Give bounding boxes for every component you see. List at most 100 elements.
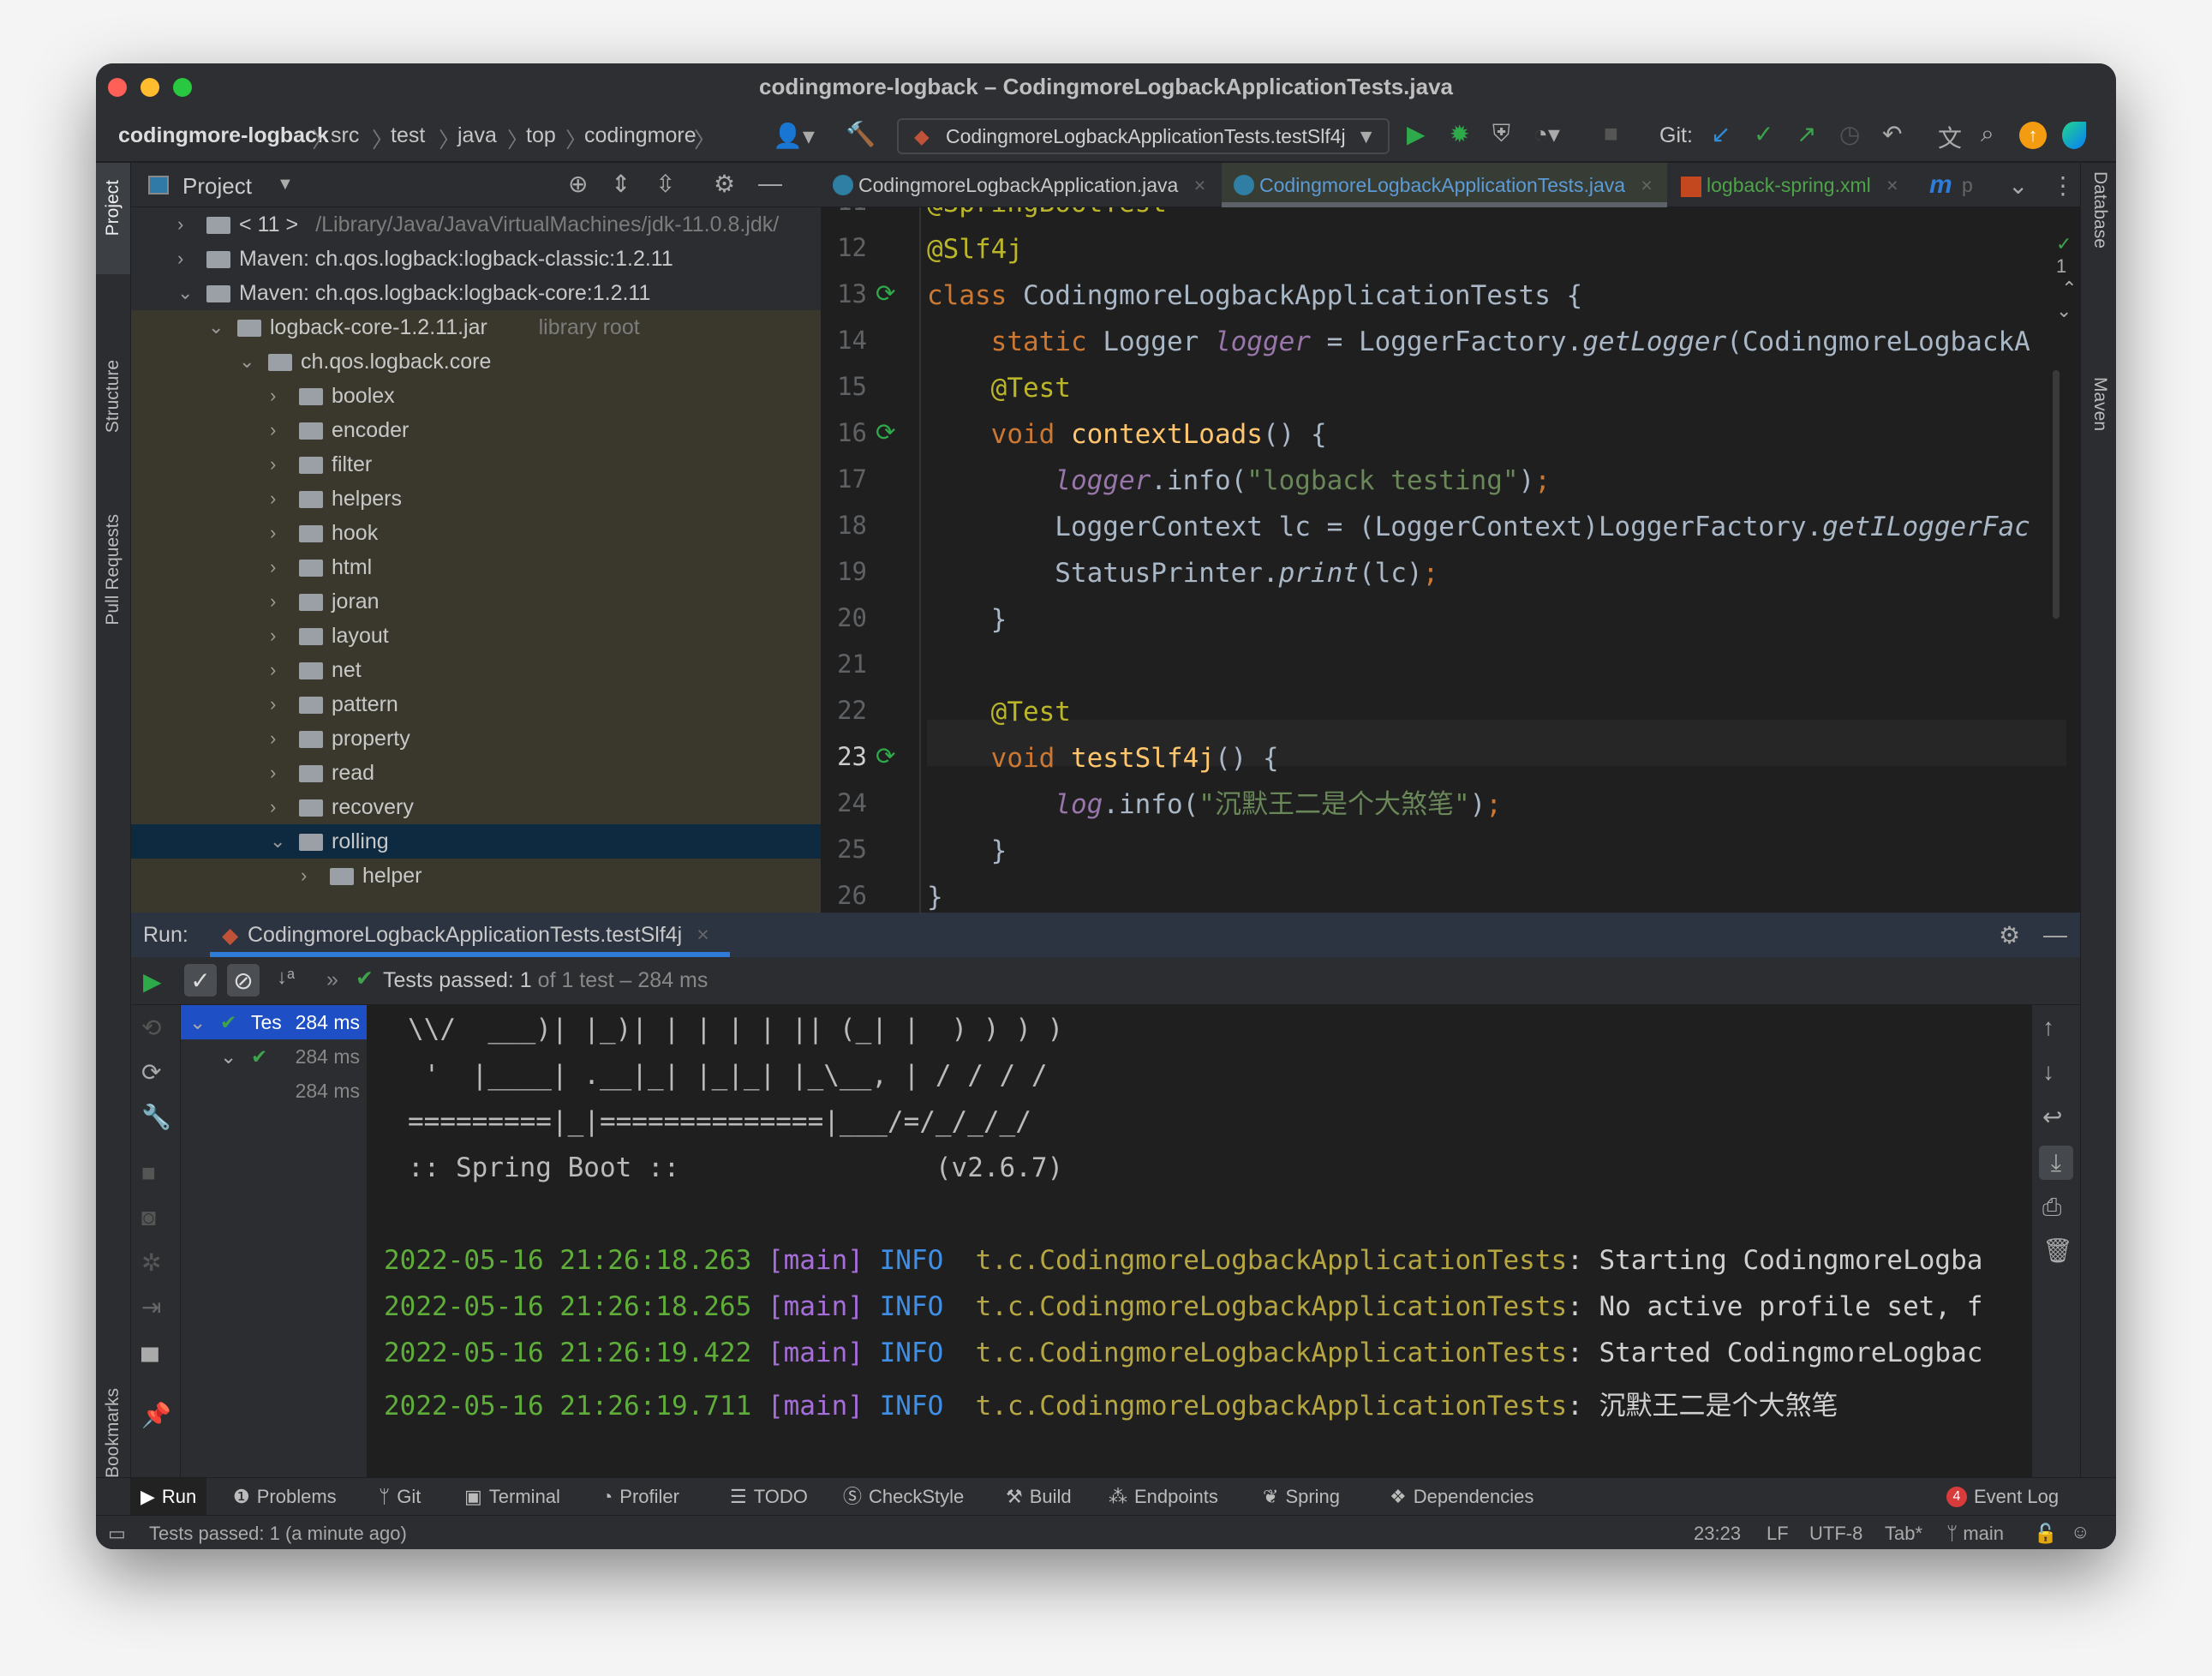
breadcrumb-top[interactable]: top	[526, 123, 556, 148]
stripe-project[interactable]: Project	[103, 180, 123, 236]
run-configuration-select[interactable]: ◆ CodingmoreLogbackApplicationTests.test…	[897, 118, 1390, 154]
pin-icon[interactable]: 📌	[141, 1401, 171, 1429]
chevron-down-icon[interactable]: ▼	[277, 175, 294, 195]
toolbox-icon[interactable]	[2062, 122, 2086, 149]
settings-icon[interactable]: ✲	[141, 1248, 161, 1277]
tree-item[interactable]: ⌄ rolling	[131, 824, 821, 859]
line-separator[interactable]: LF	[1767, 1523, 1789, 1545]
wrench-icon[interactable]: 🔧	[141, 1103, 171, 1131]
chevron-down-icon[interactable]: ⌄	[270, 824, 285, 859]
close-tab-icon[interactable]: ×	[1194, 174, 1205, 196]
toolwindow-git[interactable]: ᛘ Git	[368, 1478, 431, 1516]
tree-item[interactable]: › encoder	[131, 413, 821, 447]
hide-icon[interactable]: —	[758, 170, 782, 197]
file-encoding[interactable]: UTF-8	[1809, 1523, 1862, 1545]
build-hammer-icon[interactable]: 🔨	[846, 120, 876, 148]
git-commit-icon[interactable]: ✓	[1754, 120, 1773, 148]
close-tab-icon[interactable]: ×	[1641, 174, 1652, 196]
search-icon[interactable]: ⌕	[1981, 120, 1994, 148]
inspector-icon[interactable]: ☺	[2071, 1521, 2089, 1543]
chevron-right-icon[interactable]: ›	[270, 413, 276, 447]
toolwindow-run[interactable]: ▶ Run	[130, 1478, 207, 1516]
show-ignored-toggle[interactable]: ⊘	[227, 964, 260, 997]
chevron-right-icon[interactable]: ›	[270, 584, 276, 619]
chevron-right-icon[interactable]: ›	[270, 687, 276, 721]
tab-logback-spring-xml[interactable]: logback-spring.xml ×	[1669, 163, 1926, 207]
toggle-autotest-icon[interactable]: ⟳	[141, 1058, 161, 1086]
tree-item[interactable]: › < 11 > /Library/Java/JavaVirtualMachines…	[131, 207, 821, 242]
debug-icon[interactable]: ✹	[1450, 120, 1469, 148]
inspection-widget[interactable]: ✓ 1 ⌃ ⌄	[2056, 233, 2080, 322]
vcs-user-icon[interactable]: 👤▾	[773, 122, 815, 150]
tree-item[interactable]: ⌄ ch.qos.logback.core	[131, 344, 821, 379]
stripe-structure[interactable]: Structure	[103, 360, 123, 433]
breadcrumb-src[interactable]: src	[331, 123, 359, 148]
chevron-down-icon[interactable]: ⌄	[220, 1039, 236, 1074]
translate-icon[interactable]: 文	[1938, 120, 1962, 154]
tree-item[interactable]: › net	[131, 653, 821, 687]
stripe-bookmarks[interactable]: Bookmarks	[103, 1388, 123, 1478]
toolwindow-build[interactable]: ⚒ Build	[995, 1478, 1082, 1516]
chevron-right-icon[interactable]: ›	[270, 756, 276, 790]
tree-item[interactable]: › filter	[131, 447, 821, 482]
breadcrumb-codingmore-logback[interactable]: codingmore-logback	[118, 123, 329, 148]
tab-pom[interactable]: m p	[1926, 163, 1994, 207]
toolwindow-profiler[interactable]: ◔ Profiler	[591, 1478, 690, 1516]
breadcrumb-test[interactable]: test	[391, 123, 425, 148]
tree-item[interactable]: › html	[131, 550, 821, 584]
tree-item[interactable]: › layout	[131, 619, 821, 653]
rerun-failed-icon[interactable]: ⟲	[141, 1014, 161, 1042]
tree-item[interactable]: › hook	[131, 516, 821, 550]
run-test-gutter-icon[interactable]: ⟳	[876, 742, 895, 770]
stripe-database[interactable]: Database	[2089, 171, 2110, 248]
close-tab-icon[interactable]: ×	[1886, 174, 1898, 196]
trash-icon[interactable]: 🗑	[2042, 1236, 2073, 1265]
exit-icon[interactable]: ⇥	[141, 1293, 161, 1321]
run-tab[interactable]: ◆ CodingmoreLogbackApplicationTests.test…	[210, 913, 730, 957]
editor-scrollbar[interactable]	[2053, 370, 2060, 619]
update-icon[interactable]: ↑	[2019, 122, 2047, 149]
chevron-right-icon[interactable]: ›	[177, 242, 183, 276]
close-tab-icon[interactable]: ×	[696, 923, 709, 947]
expand-all-icon[interactable]: ⇕	[611, 170, 631, 198]
toolwindow-checkstyle[interactable]: Ⓢ CheckStyle	[833, 1478, 974, 1516]
chevron-down-icon[interactable]: ⌄	[189, 1005, 206, 1039]
git-update-icon[interactable]: ↙	[1711, 120, 1731, 148]
gear-icon[interactable]: ⚙	[1999, 921, 2020, 949]
chevron-down-icon[interactable]: ⌄	[177, 276, 193, 310]
project-view-select[interactable]: Project	[182, 173, 252, 200]
more-icon[interactable]: ⋮	[2051, 171, 2075, 200]
run-test-gutter-icon[interactable]: ⟳	[876, 279, 895, 308]
gear-icon[interactable]: ⚙	[714, 170, 735, 198]
chevron-right-icon[interactable]: ›	[270, 516, 276, 550]
tree-item[interactable]: › pattern	[131, 687, 821, 721]
code-editor[interactable]: 11 12 13 ⟳ 14 15 16 ⟳ 17 18 19 20 21 22 23 ⟳ 24 25 26 @Spr…	[821, 207, 2080, 913]
tree-item[interactable]: › Maven: ch.qos.logback:logback-classic:1…	[131, 242, 821, 276]
show-passed-toggle[interactable]: ✓	[184, 964, 217, 997]
print-icon[interactable]: ⎙	[2042, 1194, 2061, 1222]
rerun-icon[interactable]: ▶	[143, 967, 162, 996]
profile-icon[interactable]: ◔▾	[1533, 120, 1560, 148]
toolwindow-dependencies[interactable]: ❖ Dependencies	[1379, 1478, 1544, 1516]
lock-icon[interactable]: 🔓	[2034, 1523, 2057, 1545]
tree-item[interactable]: › read	[131, 756, 821, 790]
toolwindow-spring[interactable]: ❦ Spring	[1252, 1478, 1350, 1516]
chevron-right-icon[interactable]: ›	[177, 207, 183, 242]
git-push-icon[interactable]: ↗	[1797, 120, 1816, 148]
sort-alpha-icon[interactable]: ↓ᵃ	[277, 966, 295, 990]
console-output[interactable]: \\/ ___)| |_)| | | | | || (_| | ) ) ) ) …	[367, 1005, 2032, 1477]
tree-item[interactable]: › boolex	[131, 379, 821, 413]
history-icon[interactable]: ◷	[1839, 120, 1860, 148]
camera-icon[interactable]: ◙	[141, 1204, 156, 1231]
test-result-item[interactable]: ⌄ ✔ 284 ms	[181, 1039, 367, 1074]
chevron-right-icon[interactable]: ›	[270, 619, 276, 653]
event-log-button[interactable]: 4 Event Log	[1945, 1478, 2059, 1516]
collapse-all-icon[interactable]: ⇳	[655, 170, 675, 198]
scroll-to-end-icon[interactable]: ⤓	[2039, 1146, 2073, 1180]
rollback-icon[interactable]: ↶	[1882, 120, 1902, 148]
chevron-down-icon[interactable]: ⌄	[239, 344, 254, 379]
chevron-right-icon[interactable]: ›	[301, 859, 307, 893]
toolwindow-terminal[interactable]: ▣ Terminal	[454, 1478, 571, 1516]
run-icon[interactable]: ▶	[1407, 120, 1426, 148]
hide-icon[interactable]: —	[2043, 921, 2067, 949]
